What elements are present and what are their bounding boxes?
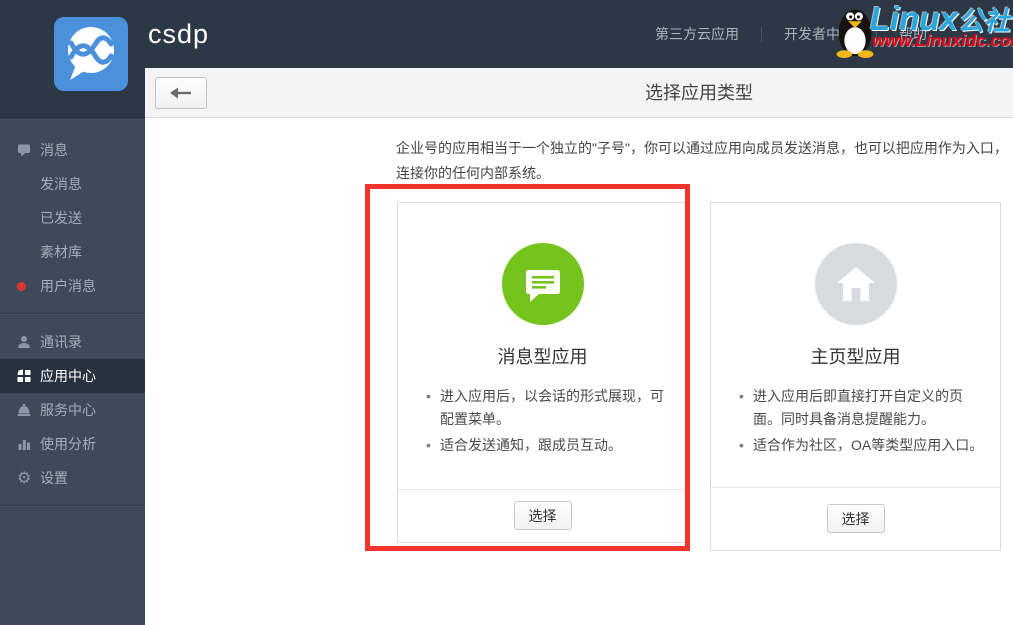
choose-message-app-button[interactable]: 选择	[513, 501, 572, 530]
nav-help[interactable]: 帮助	[899, 24, 927, 44]
sidebar-item-usage-analytics[interactable]: 使用分析	[0, 427, 145, 461]
sidebar-item-send-message[interactable]: 发消息	[0, 167, 145, 201]
nav-divider	[876, 26, 877, 42]
card-bullet-list: 进入应用后，以会话的形式展现，可配置菜单。 适合发送通知，跟成员互动。	[426, 385, 674, 460]
sidebar-item-label: 服务中心	[40, 402, 96, 418]
sidebar-item-service-center[interactable]: 服务中心	[0, 393, 145, 427]
nav-third-party-cloud-apps[interactable]: 第三方云应用	[655, 24, 739, 44]
screen: 第三方云应用 开发者中心 帮助 csdp Linux公社 www.Linuxid…	[0, 0, 1013, 625]
sidebar-item-label: 使用分析	[40, 436, 96, 452]
sidebar-item-label: 用户消息	[40, 278, 96, 294]
card-title: 消息型应用	[497, 347, 588, 367]
chat-bubble-icon	[17, 133, 33, 167]
sidebar-item-label: 消息	[40, 142, 68, 158]
card-footer: 选择	[711, 487, 1000, 550]
sidebar-item-label: 素材库	[40, 244, 82, 260]
sidebar-item-label: 通讯录	[40, 334, 82, 350]
message-bubble-icon	[501, 243, 584, 325]
sidebar-divider	[0, 505, 145, 507]
card-bullet: 适合作为社区，OA等类型应用入口。	[739, 434, 987, 457]
gear-icon: ⚙	[17, 468, 32, 487]
red-dot-icon	[17, 269, 33, 303]
main-content: 企业号的应用相当于一个独立的"子号"，你可以通过应用向成员发送消息，也可以把应用…	[145, 118, 1013, 625]
sidebar-item-messages[interactable]: 消息	[0, 133, 145, 167]
sidebar-item-contacts[interactable]: 通讯录	[0, 325, 145, 359]
sidebar-group-messages: 消息 发消息 已发送 素材库 用户消息	[0, 133, 145, 303]
page-title: 选择应用类型	[645, 83, 753, 103]
left-arrow-icon	[170, 87, 191, 99]
home-icon	[814, 243, 897, 325]
sidebar-item-user-messages[interactable]: 用户消息	[0, 269, 145, 303]
contacts-icon	[17, 325, 33, 359]
card-homepage-type-app[interactable]: 主页型应用 进入应用后即直接打开自定义的页面。同时具备消息提醒能力。 适合作为社…	[710, 202, 1001, 551]
card-title: 主页型应用	[810, 347, 901, 367]
sidebar-item-sent[interactable]: 已发送	[0, 201, 145, 235]
choose-homepage-app-button[interactable]: 选择	[826, 504, 885, 533]
card-footer: 选择	[398, 489, 687, 542]
sidebar-item-label: 应用中心	[40, 368, 96, 384]
sidebar-item-label: 已发送	[40, 210, 82, 226]
page-description: 企业号的应用相当于一个独立的"子号"，你可以通过应用向成员发送消息，也可以把应用…	[396, 140, 1008, 181]
sidebar-item-label: 设置	[40, 470, 68, 486]
card-message-type-app[interactable]: 消息型应用 进入应用后，以会话的形式展现，可配置菜单。 适合发送通知，跟成员互动…	[397, 202, 688, 543]
sidebar-item-settings[interactable]: ⚙ 设置	[0, 461, 145, 495]
sidebar: 消息 发消息 已发送 素材库 用户消息 通讯录 应用中心 服务中心 使用分析 ⚙…	[0, 68, 145, 625]
sidebar-item-media-library[interactable]: 素材库	[0, 235, 145, 269]
bar-chart-icon	[17, 427, 33, 461]
card-bullet: 适合发送通知，跟成员互动。	[426, 434, 674, 457]
sidebar-divider	[0, 313, 145, 315]
app-logo-icon	[54, 17, 128, 91]
nav-divider	[761, 26, 762, 42]
app-title: csdp	[148, 19, 210, 49]
sidebar-item-label: 发消息	[40, 176, 82, 192]
service-cloche-icon	[17, 393, 33, 427]
sidebar-item-app-center[interactable]: 应用中心	[0, 359, 145, 393]
content-header: 选择应用类型	[145, 68, 1013, 118]
card-bullet: 进入应用后，以会话的形式展现，可配置菜单。	[426, 385, 674, 431]
app-grid-icon	[17, 359, 33, 393]
top-nav: 第三方云应用 开发者中心 帮助	[655, 0, 927, 68]
nav-developer-center[interactable]: 开发者中心	[784, 24, 854, 44]
card-bullet-list: 进入应用后即直接打开自定义的页面。同时具备消息提醒能力。 适合作为社区，OA等类…	[739, 385, 987, 460]
back-button[interactable]	[155, 77, 207, 109]
sidebar-group-admin: 通讯录 应用中心 服务中心 使用分析 ⚙ 设置	[0, 325, 145, 495]
card-bullet: 进入应用后即直接打开自定义的页面。同时具备消息提醒能力。	[739, 385, 987, 431]
